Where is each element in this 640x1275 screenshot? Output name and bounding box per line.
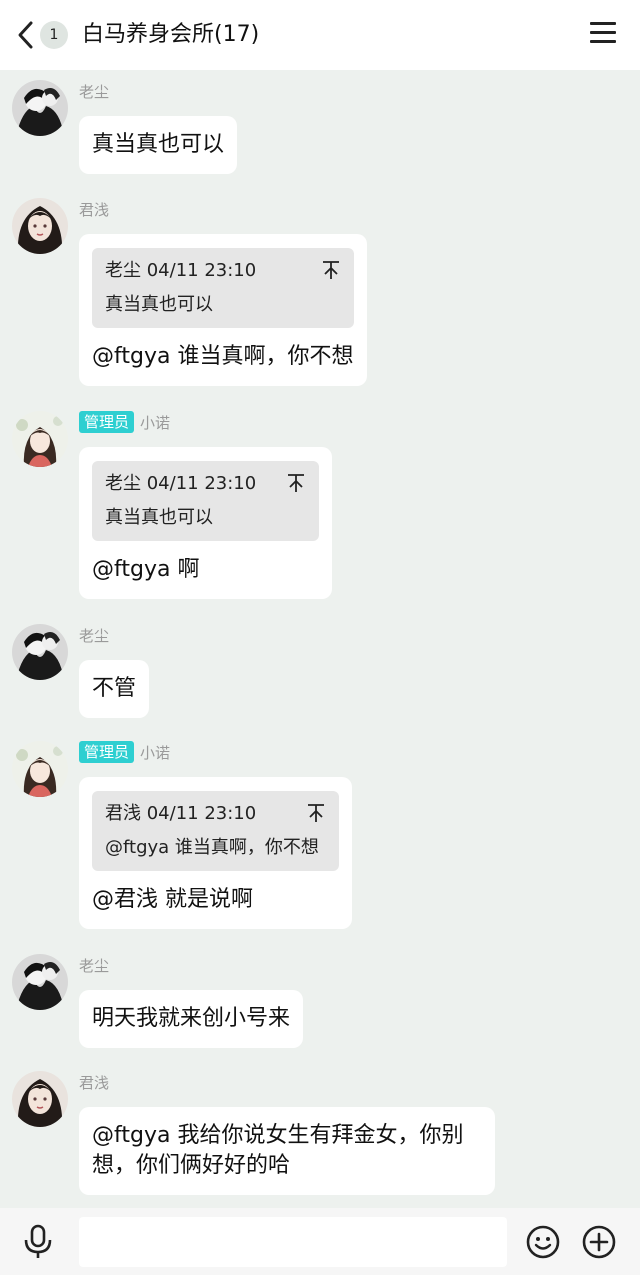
admin-badge: 管理员 <box>79 741 135 763</box>
jump-to-top-icon[interactable] <box>287 473 305 493</box>
sender-name: 小诺 <box>140 743 171 762</box>
message-list[interactable]: 老尘 真当真也可以 君浅 老尘 04/11 23:10 真当真也可以 @ftgy… <box>0 70 640 1208</box>
avatar-laochen[interactable] <box>12 954 68 1010</box>
message-text: @ftgya 谁当真啊，你不想 <box>92 344 354 369</box>
admin-badge: 管理员 <box>79 411 135 433</box>
message-bubble[interactable]: @ftgya 我给你说女生有拜金女，你别想，你们俩好好的哈 <box>79 1107 495 1195</box>
avatar-image <box>12 954 68 1010</box>
chat-title: 白马养身会所(17) <box>82 22 260 47</box>
microphone-icon <box>24 1224 52 1258</box>
emoji-button[interactable] <box>525 1224 561 1260</box>
unread-count-badge[interactable]: 1 <box>40 21 68 49</box>
menu-button[interactable] <box>590 22 616 48</box>
chat-header: 1 白马养身会所(17) <box>0 0 640 70</box>
avatar-image <box>12 198 68 254</box>
more-actions-button[interactable] <box>581 1224 617 1260</box>
avatar-image <box>12 741 68 797</box>
message-meta: 老尘 <box>79 954 109 976</box>
sender-name: 老尘 <box>79 82 110 101</box>
message-text: 不管 <box>92 676 137 701</box>
message-text: 真当真也可以 <box>92 132 225 157</box>
back-button[interactable] <box>14 17 38 53</box>
avatar-xiaonuo[interactable] <box>12 741 68 797</box>
message-bubble[interactable]: 君浅 04/11 23:10 @ftgya 谁当真啊，你不想 @君浅 就是说啊 <box>79 777 352 929</box>
message-text: @君浅 就是说啊 <box>92 887 253 912</box>
sender-name: 君浅 <box>79 1073 110 1092</box>
message-meta: 管理员 小诺 <box>79 411 170 433</box>
hamburger-menu-icon <box>590 22 616 43</box>
quote-header: 君浅 04/11 23:10 <box>105 803 257 824</box>
message-meta: 老尘 <box>79 80 109 102</box>
avatar-junqian[interactable] <box>12 1071 68 1127</box>
quote-text: @ftgya 谁当真啊，你不想 <box>105 837 319 858</box>
message-meta: 君浅 <box>79 198 109 220</box>
avatar-laochen[interactable] <box>12 80 68 136</box>
avatar-image <box>12 80 68 136</box>
message-bubble[interactable]: 老尘 04/11 23:10 真当真也可以 @ftgya 谁当真啊，你不想 <box>79 234 367 386</box>
message-input[interactable] <box>79 1217 507 1267</box>
quote-text: 真当真也可以 <box>105 507 213 528</box>
smiley-icon <box>526 1225 560 1259</box>
message-meta: 老尘 <box>79 624 109 646</box>
sender-name: 老尘 <box>79 626 110 645</box>
quote-header: 老尘 04/11 23:10 <box>105 473 257 494</box>
avatar-image <box>12 411 68 467</box>
message-meta: 君浅 <box>79 1071 109 1093</box>
avatar-junqian[interactable] <box>12 198 68 254</box>
input-bar <box>0 1208 640 1275</box>
chevron-left-icon <box>18 21 33 49</box>
avatar-xiaonuo[interactable] <box>12 411 68 467</box>
message-bubble[interactable]: 真当真也可以 <box>79 116 238 174</box>
message-text: @ftgya 我给你说女生有拜金女，你别想，你们俩好好的哈 <box>92 1123 464 1178</box>
plus-circle-icon <box>582 1225 616 1259</box>
voice-button[interactable] <box>22 1224 54 1260</box>
sender-name: 君浅 <box>79 200 110 219</box>
quote-header: 老尘 04/11 23:10 <box>105 260 257 281</box>
avatar-image <box>12 1071 68 1127</box>
sender-name: 老尘 <box>79 956 110 975</box>
jump-to-top-icon[interactable] <box>307 803 325 823</box>
message-bubble[interactable]: 老尘 04/11 23:10 真当真也可以 @ftgya 啊 <box>79 447 332 599</box>
avatar-image <box>12 624 68 680</box>
quoted-message[interactable]: 君浅 04/11 23:10 @ftgya 谁当真啊，你不想 <box>92 791 339 871</box>
message-text: 明天我就来创小号来 <box>92 1006 291 1031</box>
sender-name: 小诺 <box>140 413 171 432</box>
quoted-message[interactable]: 老尘 04/11 23:10 真当真也可以 <box>92 248 354 328</box>
quoted-message[interactable]: 老尘 04/11 23:10 真当真也可以 <box>92 461 319 541</box>
message-bubble[interactable]: 明天我就来创小号来 <box>79 990 304 1048</box>
quote-text: 真当真也可以 <box>105 294 213 315</box>
message-meta: 管理员 小诺 <box>79 741 170 763</box>
message-bubble[interactable]: 不管 <box>79 660 150 718</box>
avatar-laochen[interactable] <box>12 624 68 680</box>
jump-to-top-icon[interactable] <box>322 260 340 280</box>
message-text: @ftgya 啊 <box>92 557 200 582</box>
